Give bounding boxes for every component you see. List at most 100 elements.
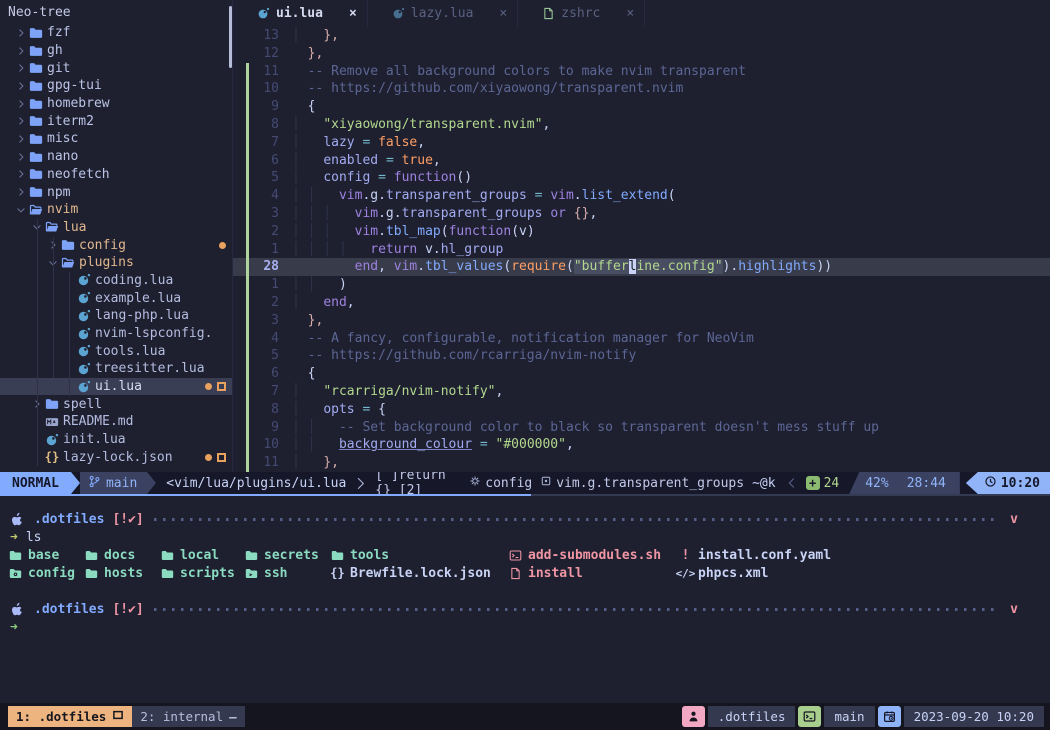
tab-zshrc[interactable]: zshrc× <box>518 0 645 27</box>
code-line[interactable]: 1│ │ ) <box>233 276 1050 294</box>
tree-indent-guide <box>53 237 54 378</box>
code-line[interactable]: 7│ "rcarriga/nvim-notify", <box>233 383 1050 401</box>
tree-item-example-lua[interactable]: example.lua <box>0 289 232 307</box>
chevron-right-icon[interactable] <box>14 133 28 145</box>
breadcrumb-label: vim.g.transparent_groups <box>556 476 744 491</box>
tree-item-iterm2[interactable]: iterm2 <box>0 112 232 130</box>
code-line[interactable]: 4 -- A fancy, configurable, notification… <box>233 330 1050 348</box>
shell-command-line[interactable]: ➜ls <box>8 528 1040 546</box>
chevron-right-icon[interactable] <box>14 62 28 74</box>
tree-item-readme-md[interactable]: README.md <box>0 413 232 431</box>
tree-item-gh[interactable]: gh <box>0 42 232 60</box>
git-added-bar <box>246 116 249 134</box>
tree-item-coding-lua[interactable]: coding.lua <box>0 272 232 290</box>
tree-item-tools-lua[interactable]: tools.lua <box>0 342 232 360</box>
code-line[interactable]: 2│ │ │ vim.tbl_map(function(v) <box>233 223 1050 241</box>
prompt-right-marker: v <box>1010 602 1018 617</box>
clock-segment: 10:20 <box>966 472 1050 494</box>
tmux-window-2-internal[interactable]: 2: internal– <box>132 706 244 727</box>
ls-entry-label: ssh <box>264 566 287 581</box>
code-line[interactable]: 2│ end, <box>233 294 1050 312</box>
tab-lazy-lua[interactable]: lazy.lua× <box>368 0 518 27</box>
gutter-sign-column <box>233 187 253 205</box>
code-line[interactable]: 4│ │ vim.g.transparent_groups = vim.list… <box>233 187 1050 205</box>
code-text: │ end, <box>279 294 355 312</box>
code-line[interactable]: 1│ │ │ │ return v.hl_group <box>233 241 1050 259</box>
git-added-bar <box>246 454 249 472</box>
gutter-sign-column <box>233 223 253 241</box>
chevron-down-icon[interactable] <box>14 204 28 216</box>
tree-item-nano[interactable]: nano <box>0 148 232 166</box>
code-line[interactable]: 8│ "xiyaowong/transparent.nvim", <box>233 116 1050 134</box>
code-line[interactable]: 9 { <box>233 98 1050 116</box>
code-line[interactable]: 5│ config = function() <box>233 169 1050 187</box>
close-icon[interactable]: × <box>626 6 634 21</box>
tree-item-homebrew[interactable]: homebrew <box>0 95 232 113</box>
code-line[interactable]: 10│ │ background_colour = "#000000", <box>233 436 1050 454</box>
code-line[interactable]: 6│ enabled = true, <box>233 152 1050 170</box>
editor-code-area[interactable]: 13│ },12 },11 -- Remove all background c… <box>233 27 1050 472</box>
code-line[interactable]: 13│ }, <box>233 27 1050 45</box>
tab-ui-lua[interactable]: ui.lua× <box>233 0 368 27</box>
code-line[interactable]: 7│ lazy = false, <box>233 134 1050 152</box>
shell-command-line[interactable]: ➜ <box>8 618 1040 636</box>
prompt-dotted-fill <box>154 608 1000 611</box>
tree-item-misc[interactable]: misc <box>0 130 232 148</box>
tmux-status-right: .dotfiles main 2023-09-20 10:20 <box>682 706 1044 727</box>
code-line[interactable]: 10 -- https://github.com/xiyaowong/trans… <box>233 80 1050 98</box>
chevron-right-icon[interactable] <box>14 151 28 163</box>
breadcrumb-segment: vim.g.transparent_groups <box>540 475 744 491</box>
code-line[interactable]: 11 -- Remove all background colors to ma… <box>233 63 1050 81</box>
chevron-right-icon[interactable] <box>14 98 28 110</box>
close-icon[interactable]: × <box>499 6 507 21</box>
tree-item-spell[interactable]: spell <box>0 395 232 413</box>
chevron-right-icon[interactable] <box>14 80 28 92</box>
tree-item-nvim[interactable]: nvim <box>0 201 232 219</box>
chevron-right-icon[interactable] <box>14 27 28 39</box>
ls-entry-label: install <box>528 566 583 581</box>
chevron-right-icon[interactable] <box>14 168 28 180</box>
code-line[interactable]: 3 }, <box>233 312 1050 330</box>
chevron-right-icon[interactable] <box>14 115 28 127</box>
tree-item-lazy-lock-json[interactable]: {}lazy-lock.json <box>0 449 232 467</box>
line-number: 28 <box>253 258 279 276</box>
folder-icon <box>28 132 44 146</box>
tree-item-npm[interactable]: npm <box>0 183 232 201</box>
code-line-current[interactable]: 28 end, vim.tbl_values(require("bufferli… <box>233 258 1050 276</box>
gutter-sign-column <box>233 169 253 187</box>
tree-item-treesitter-lua[interactable]: treesitter.lua <box>0 360 232 378</box>
code-line[interactable]: 6 { <box>233 365 1050 383</box>
chevron-right-icon[interactable] <box>14 186 28 198</box>
statusline-right: ~@k + 24 42% 28:44 10:20 <box>752 472 1050 494</box>
ls-entry-config: config <box>8 566 84 581</box>
lua-file-icon <box>44 433 60 447</box>
tmux-window-1-dotfiles[interactable]: 1: .dotfiles <box>8 706 132 727</box>
tree-item-lua[interactable]: lua <box>0 219 232 237</box>
code-line[interactable]: 3│ │ │ vim.g.transparent_groups or {}, <box>233 205 1050 223</box>
gutter-sign-column <box>233 401 253 419</box>
tree-item-init-lua[interactable]: init.lua <box>0 431 232 449</box>
tree-item-fzf[interactable]: fzf <box>0 24 232 42</box>
git-added-bar <box>246 134 249 152</box>
close-icon[interactable]: × <box>349 6 357 21</box>
tree-item-gpg-tui[interactable]: gpg-tui <box>0 77 232 95</box>
code-line[interactable]: 5 -- https://github.com/rcarriga/nvim-no… <box>233 347 1050 365</box>
tree-item-plugins[interactable]: plugins <box>0 254 232 272</box>
tree-item-nvim-lspconfig-[interactable]: nvim-lspconfig. <box>0 325 232 343</box>
tree-item-config[interactable]: config <box>0 236 232 254</box>
tree-item-lang-php-lua[interactable]: lang-php.lua <box>0 307 232 325</box>
code-line[interactable]: 11│ }, <box>233 454 1050 472</box>
terminal-pane[interactable]: .dotfiles[!✔]v➜lsbasedocslocalsecretstoo… <box>0 496 1050 703</box>
tree-item-neofetch[interactable]: neofetch <box>0 166 232 184</box>
code-line[interactable]: 12 }, <box>233 45 1050 63</box>
tree-item-ui-lua[interactable]: ui.lua <box>0 378 232 396</box>
tree-item-git[interactable]: git <box>0 59 232 77</box>
shell-prompt: .dotfiles[!✔]v <box>8 510 1040 528</box>
folder-icon <box>28 185 44 199</box>
code-line[interactable]: 9│ │ -- Set background color to black so… <box>233 419 1050 437</box>
terminal-blank-line <box>8 582 1040 600</box>
line-number: 8 <box>253 116 279 134</box>
code-text: │ "xiyaowong/transparent.nvim", <box>279 116 550 134</box>
code-line[interactable]: 8│ opts = { <box>233 401 1050 419</box>
chevron-right-icon[interactable] <box>14 45 28 57</box>
